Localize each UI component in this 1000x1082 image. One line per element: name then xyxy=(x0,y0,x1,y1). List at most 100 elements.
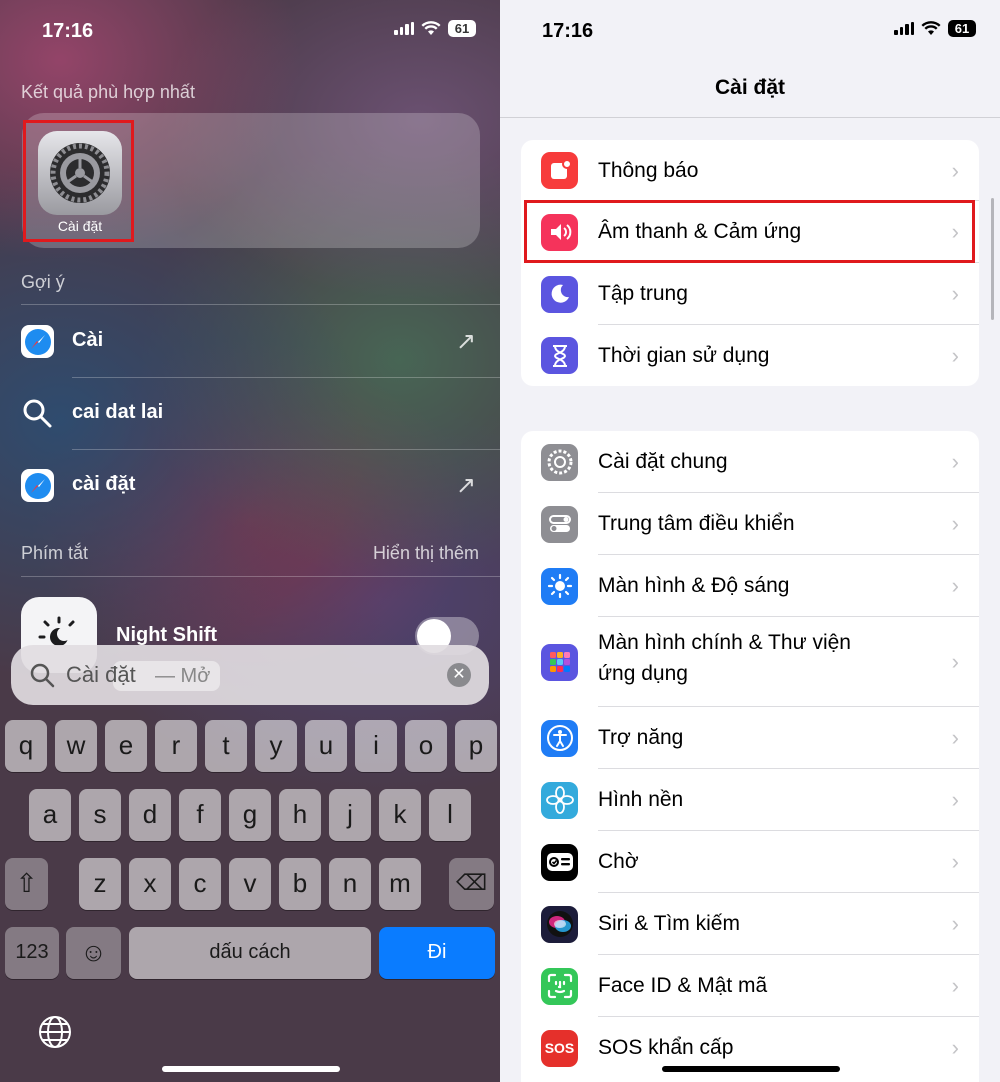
suggestion-text: Cài xyxy=(72,329,104,351)
space-key[interactable]: dấu cách xyxy=(129,927,371,979)
status-bar: 17:16 61 xyxy=(500,0,1000,60)
key-x[interactable]: x xyxy=(129,858,171,910)
show-more-link[interactable]: Hiển thị thêm xyxy=(373,543,479,564)
wallpaper-icon xyxy=(541,781,578,819)
divider xyxy=(500,117,1000,118)
globe-icon[interactable] xyxy=(38,1015,72,1049)
cellular-signal-icon xyxy=(894,22,914,35)
chevron-right-icon: › xyxy=(951,1035,959,1060)
numbers-key[interactable]: 123 xyxy=(5,927,59,979)
settings-row-label: Tập trung xyxy=(598,282,688,305)
settings-row[interactable]: Chờ › xyxy=(521,831,979,893)
battery-indicator: 61 xyxy=(448,20,476,37)
chevron-right-icon: › xyxy=(951,787,959,812)
night-shift-label: Night Shift xyxy=(116,624,218,646)
suggestion-row[interactable]: cai dat lai xyxy=(0,377,500,449)
key-s[interactable]: s xyxy=(79,789,121,841)
settings-row[interactable]: Trợ năng › xyxy=(521,707,979,769)
settings-row[interactable]: Trung tâm điều khiển › xyxy=(521,493,979,555)
settings-row[interactable]: Tập trung › xyxy=(521,263,979,325)
chevron-right-icon: › xyxy=(951,573,959,598)
key-g[interactable]: g xyxy=(229,789,271,841)
page-title: Cài đặt xyxy=(714,76,785,99)
key-a[interactable]: a xyxy=(29,789,71,841)
key-m[interactable]: m xyxy=(379,858,421,910)
settings-row-label: Màn hình & Độ sáng xyxy=(598,574,790,597)
settings-row-label: Màn hình chính & Thư viện xyxy=(598,631,851,654)
emoji-key[interactable]: ☺ xyxy=(66,927,121,979)
settings-row-label: Trợ năng xyxy=(598,726,684,749)
key-y[interactable]: y xyxy=(255,720,297,772)
key-h[interactable]: h xyxy=(279,789,321,841)
key-o[interactable]: o xyxy=(405,720,447,772)
settings-row[interactable]: Màn hình & Độ sáng › xyxy=(521,555,979,617)
safari-icon xyxy=(21,469,54,502)
key-i[interactable]: i xyxy=(355,720,397,772)
chevron-right-icon: › xyxy=(951,281,959,306)
wifi-icon xyxy=(921,21,941,35)
key-f[interactable]: f xyxy=(179,789,221,841)
suggestion-text: cài đặt xyxy=(72,473,136,495)
go-key[interactable]: Đi xyxy=(379,927,495,979)
suggestions-heading: Gợi ý xyxy=(21,272,65,292)
key-p[interactable]: p xyxy=(455,720,497,772)
settings-group-1: Thông báo › Âm thanh & Cảm ứng › Tập trung › T… xyxy=(521,140,979,386)
search-query: Cài đặt xyxy=(66,662,136,687)
suggestion-row[interactable]: cài đặt ↗ xyxy=(0,449,500,521)
key-u[interactable]: u xyxy=(305,720,347,772)
status-time: 17:16 xyxy=(542,20,594,42)
settings-row[interactable]: Màn hình chính & Thư viện ứng dụng › xyxy=(521,617,979,707)
settings-row[interactable]: Thời gian sử dụng › xyxy=(521,325,979,386)
search-field[interactable]: — Mở Cài đặt ✕ xyxy=(11,645,489,705)
settings-row[interactable]: Face ID & Mật mã › xyxy=(521,955,979,1017)
battery-indicator: 61 xyxy=(948,20,976,37)
settings-row[interactable]: Thông báo › xyxy=(521,140,979,201)
settings-row[interactable]: Cài đặt chung › xyxy=(521,431,979,493)
suggestion-text: cai dat lai xyxy=(72,401,164,423)
settings-row-label-line2: ứng dụng xyxy=(598,662,688,685)
chevron-right-icon: › xyxy=(951,725,959,750)
scroll-indicator[interactable] xyxy=(991,198,994,320)
chevron-right-icon: › xyxy=(951,649,959,674)
arrow-up-right-icon: ↗ xyxy=(455,328,476,355)
key-e[interactable]: e xyxy=(105,720,147,772)
key-b[interactable]: b xyxy=(279,858,321,910)
status-bar: 17:16 61 xyxy=(0,0,500,60)
home-indicator xyxy=(162,1066,340,1072)
key-q[interactable]: q xyxy=(5,720,47,772)
sos-icon: SOS xyxy=(541,1029,578,1067)
highlight-box xyxy=(23,120,134,242)
divider xyxy=(21,576,500,577)
home-indicator xyxy=(662,1066,840,1072)
settings-screen: 17:16 61 Cài đặt Thông báo › Âm thanh & Cả… xyxy=(500,0,1000,1082)
suggestion-row[interactable]: Cài ↗ xyxy=(0,305,500,377)
notifications-icon xyxy=(541,152,578,189)
key-l[interactable]: l xyxy=(429,789,471,841)
settings-row-label: SOS khẩn cấp xyxy=(598,1036,734,1059)
shift-key[interactable]: ⇧ xyxy=(5,858,48,910)
settings-row-label: Chờ xyxy=(598,850,639,873)
settings-row-label: Face ID & Mật mã xyxy=(598,974,768,997)
clear-icon[interactable]: ✕ xyxy=(447,663,471,687)
settings-row[interactable]: Hình nền › xyxy=(521,769,979,831)
search-icon xyxy=(23,399,52,428)
top-hit-heading: Kết quả phù hợp nhất xyxy=(21,82,195,102)
key-w[interactable]: w xyxy=(55,720,97,772)
chevron-right-icon: › xyxy=(951,511,959,536)
key-j[interactable]: j xyxy=(329,789,371,841)
key-v[interactable]: v xyxy=(229,858,271,910)
settings-row[interactable]: Siri & Tìm kiếm › xyxy=(521,893,979,955)
key-z[interactable]: z xyxy=(79,858,121,910)
key-k[interactable]: k xyxy=(379,789,421,841)
home-screen-icon xyxy=(541,643,578,681)
key-r[interactable]: r xyxy=(155,720,197,772)
key-d[interactable]: d xyxy=(129,789,171,841)
key-t[interactable]: t xyxy=(205,720,247,772)
key-n[interactable]: n xyxy=(329,858,371,910)
delete-key[interactable]: ⌫ xyxy=(449,858,494,910)
shortcuts-heading: Phím tắt xyxy=(21,543,89,563)
settings-row-label: Thông báo xyxy=(598,158,699,182)
settings-row-label: Trung tâm điều khiển xyxy=(598,512,795,535)
settings-group-2: Cài đặt chung › Trung tâm điều khiển › Màn h… xyxy=(521,431,979,1082)
key-c[interactable]: c xyxy=(179,858,221,910)
